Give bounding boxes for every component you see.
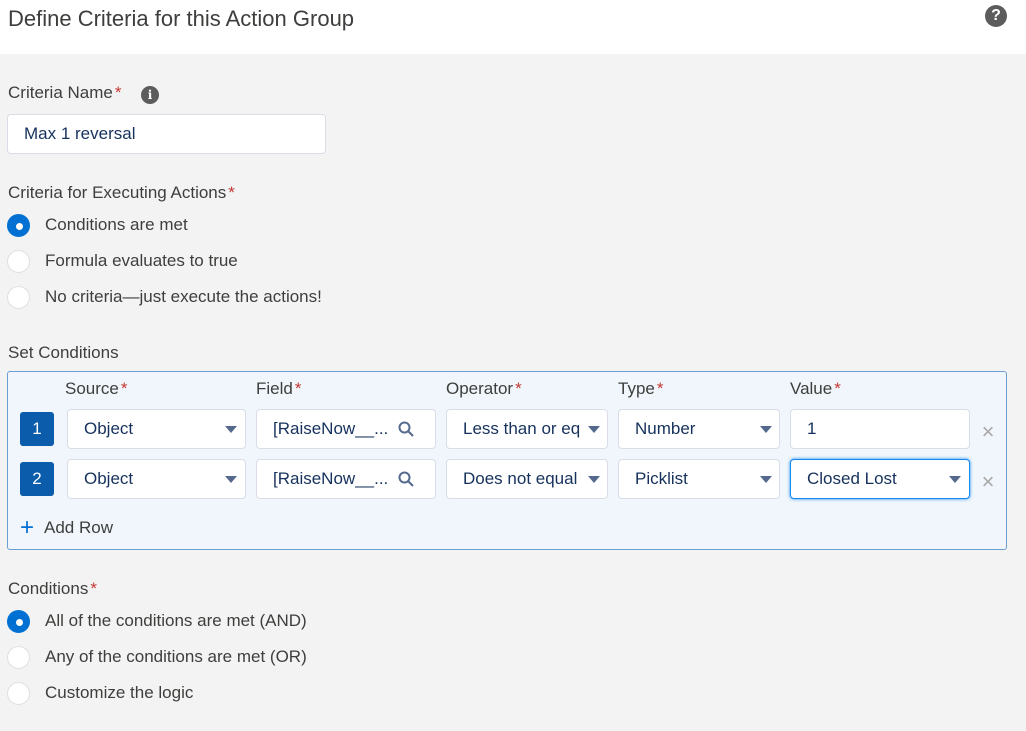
- value-input[interactable]: 1: [790, 409, 970, 449]
- chevron-down-icon: [225, 426, 237, 433]
- source-select[interactable]: Object: [67, 409, 246, 449]
- field-lookup[interactable]: [RaiseNow__...: [256, 459, 436, 499]
- column-header-value: Value *: [790, 379, 841, 398]
- search-icon: [398, 421, 414, 437]
- row-number: 1: [20, 412, 54, 446]
- type-select[interactable]: Picklist: [618, 459, 780, 499]
- criteria-execution-label: Criteria for Executing Actions *: [8, 183, 235, 202]
- chevron-down-icon: [760, 426, 772, 433]
- close-icon[interactable]: ×: [979, 471, 997, 493]
- column-header-operator: Operator *: [446, 379, 522, 398]
- radio-conditions-met[interactable]: Conditions are met: [7, 213, 188, 237]
- source-select[interactable]: Object: [67, 459, 246, 499]
- conditions-label: Conditions *: [8, 579, 97, 598]
- info-icon[interactable]: i: [141, 86, 159, 104]
- add-row-button[interactable]: + Add Row: [20, 514, 113, 541]
- chevron-down-icon: [760, 476, 772, 483]
- page-header: Define Criteria for this Action Group ?: [0, 0, 1026, 54]
- close-icon[interactable]: ×: [979, 421, 997, 443]
- search-icon: [398, 471, 414, 487]
- value-select[interactable]: Closed Lost: [790, 459, 970, 499]
- criteria-name-input[interactable]: [7, 114, 326, 154]
- radio-customize-logic[interactable]: Customize the logic: [7, 681, 193, 705]
- operator-select[interactable]: Less than or eq: [446, 409, 608, 449]
- column-header-source: Source *: [65, 379, 128, 398]
- chevron-down-icon: [588, 426, 600, 433]
- question-circle-icon[interactable]: ?: [985, 5, 1007, 27]
- column-header-type: Type *: [618, 379, 664, 398]
- set-conditions-label: Set Conditions: [8, 343, 119, 362]
- radio-button[interactable]: [7, 285, 30, 309]
- chevron-down-icon: [588, 476, 600, 483]
- chevron-down-icon: [225, 476, 237, 483]
- chevron-down-icon: [949, 476, 961, 483]
- type-select[interactable]: Number: [618, 409, 780, 449]
- radio-all-conditions[interactable]: All of the conditions are met (AND): [7, 609, 307, 633]
- plus-icon: +: [20, 514, 35, 541]
- radio-button[interactable]: [7, 645, 30, 669]
- operator-select[interactable]: Does not equal: [446, 459, 608, 499]
- radio-any-conditions[interactable]: Any of the conditions are met (OR): [7, 645, 307, 669]
- radio-button[interactable]: [7, 681, 30, 705]
- radio-no-criteria[interactable]: No criteria—just execute the actions!: [7, 285, 322, 309]
- radio-button[interactable]: [7, 213, 30, 237]
- radio-button[interactable]: [7, 249, 30, 273]
- row-number: 2: [20, 462, 54, 496]
- column-header-field: Field *: [256, 379, 302, 398]
- field-lookup[interactable]: [RaiseNow__...: [256, 409, 436, 449]
- radio-formula-true[interactable]: Formula evaluates to true: [7, 249, 238, 273]
- page-title: Define Criteria for this Action Group: [8, 6, 355, 31]
- radio-button[interactable]: [7, 609, 30, 633]
- criteria-name-label: Criteria Name *: [8, 83, 122, 102]
